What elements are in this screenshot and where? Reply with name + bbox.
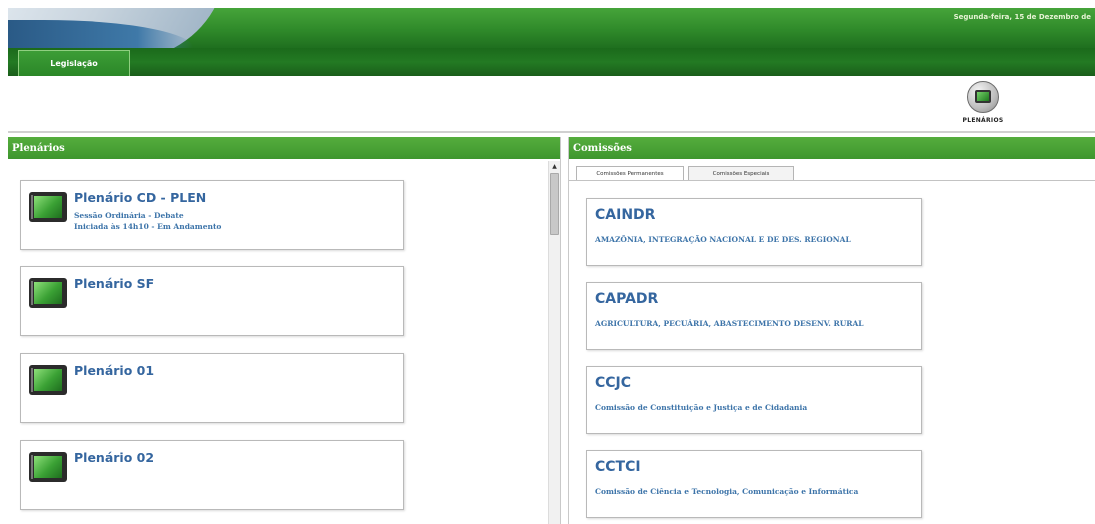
plenario-title: Plenário SF [74,276,155,291]
section-divider [8,131,1095,133]
comissao-card[interactable]: CCTCI Comissão de Ciência e Tecnologia, … [586,450,922,518]
comissoes-panel-title: Comissões [569,137,1095,159]
plenario-tv-icon [29,192,67,222]
comissao-code: CAINDR [595,207,656,223]
top-banner: Segunda-feira, 15 de Dezembro de [8,8,1095,48]
plenario-title: Plenário 02 [74,450,155,465]
comissao-card[interactable]: CCJC Comissão de Constituição e Justiça … [586,366,922,434]
plenario-tv-icon [29,278,67,308]
comissao-code: CCTCI [595,459,641,475]
plenarios-panel-title: Plenários [8,137,560,159]
plenarios-icon [967,81,999,113]
header-date: Segunda-feira, 15 de Dezembro de [953,13,1091,21]
plenario-tv-icon [29,452,67,482]
tabs-baseline [569,180,1095,181]
plenarios-logo-caption: PLENÁRIOS [962,117,1004,124]
plenario-card[interactable]: Plenário 01 [20,353,404,423]
comissao-name: Comissão de Constituição e Justiça e de … [595,403,808,412]
scroll-thumb[interactable] [550,173,559,235]
plenario-tv-icon [29,365,67,395]
comissao-name: AMAZÔNIA, INTEGRAÇÃO NACIONAL E DE DES. … [595,235,851,244]
plenario-title: Plenário CD - PLEN [74,190,207,205]
tab-comissoes-permanentes[interactable]: Comissões Permanentes [576,166,684,180]
scroll-up-arrow-icon[interactable]: ▲ [549,161,560,171]
plenarios-panel: Plenários Plenário CD - PLEN Sessão Ordi… [8,137,561,524]
comissoes-panel: Comissões Comissões Permanentes Comissõe… [568,137,1095,524]
plenario-card[interactable]: Plenário CD - PLEN Sessão Ordinária - De… [20,180,404,250]
plenario-session-status: Iniciada às 14h10 - Em Andamento [74,222,222,231]
plenario-card[interactable]: Plenário SF [20,266,404,336]
tab-comissoes-especiais[interactable]: Comissões Especiais [688,166,794,180]
plenarios-scrollbar[interactable]: ▲ [548,161,560,524]
comissao-code: CCJC [595,375,632,391]
plenario-title: Plenário 01 [74,363,155,378]
plenarios-logo-button[interactable]: PLENÁRIOS [953,81,1013,131]
comissao-name: AGRICULTURA, PECUÁRIA, ABASTECIMENTO DES… [595,319,864,328]
plenario-card[interactable]: Plenário 02 [20,440,404,510]
plenario-session-type: Sessão Ordinária - Debate [74,211,184,220]
main-navbar: Legislação [8,48,1095,76]
comissao-card[interactable]: CAPADR AGRICULTURA, PECUÁRIA, ABASTECIME… [586,282,922,350]
comissao-code: CAPADR [595,291,659,307]
comissao-name: Comissão de Ciência e Tecnologia, Comuni… [595,487,859,496]
nav-tab-legislacao[interactable]: Legislação [18,50,130,76]
toolbar: PLENÁRIOS [8,76,1095,132]
comissao-card[interactable]: CAINDR AMAZÔNIA, INTEGRAÇÃO NACIONAL E D… [586,198,922,266]
